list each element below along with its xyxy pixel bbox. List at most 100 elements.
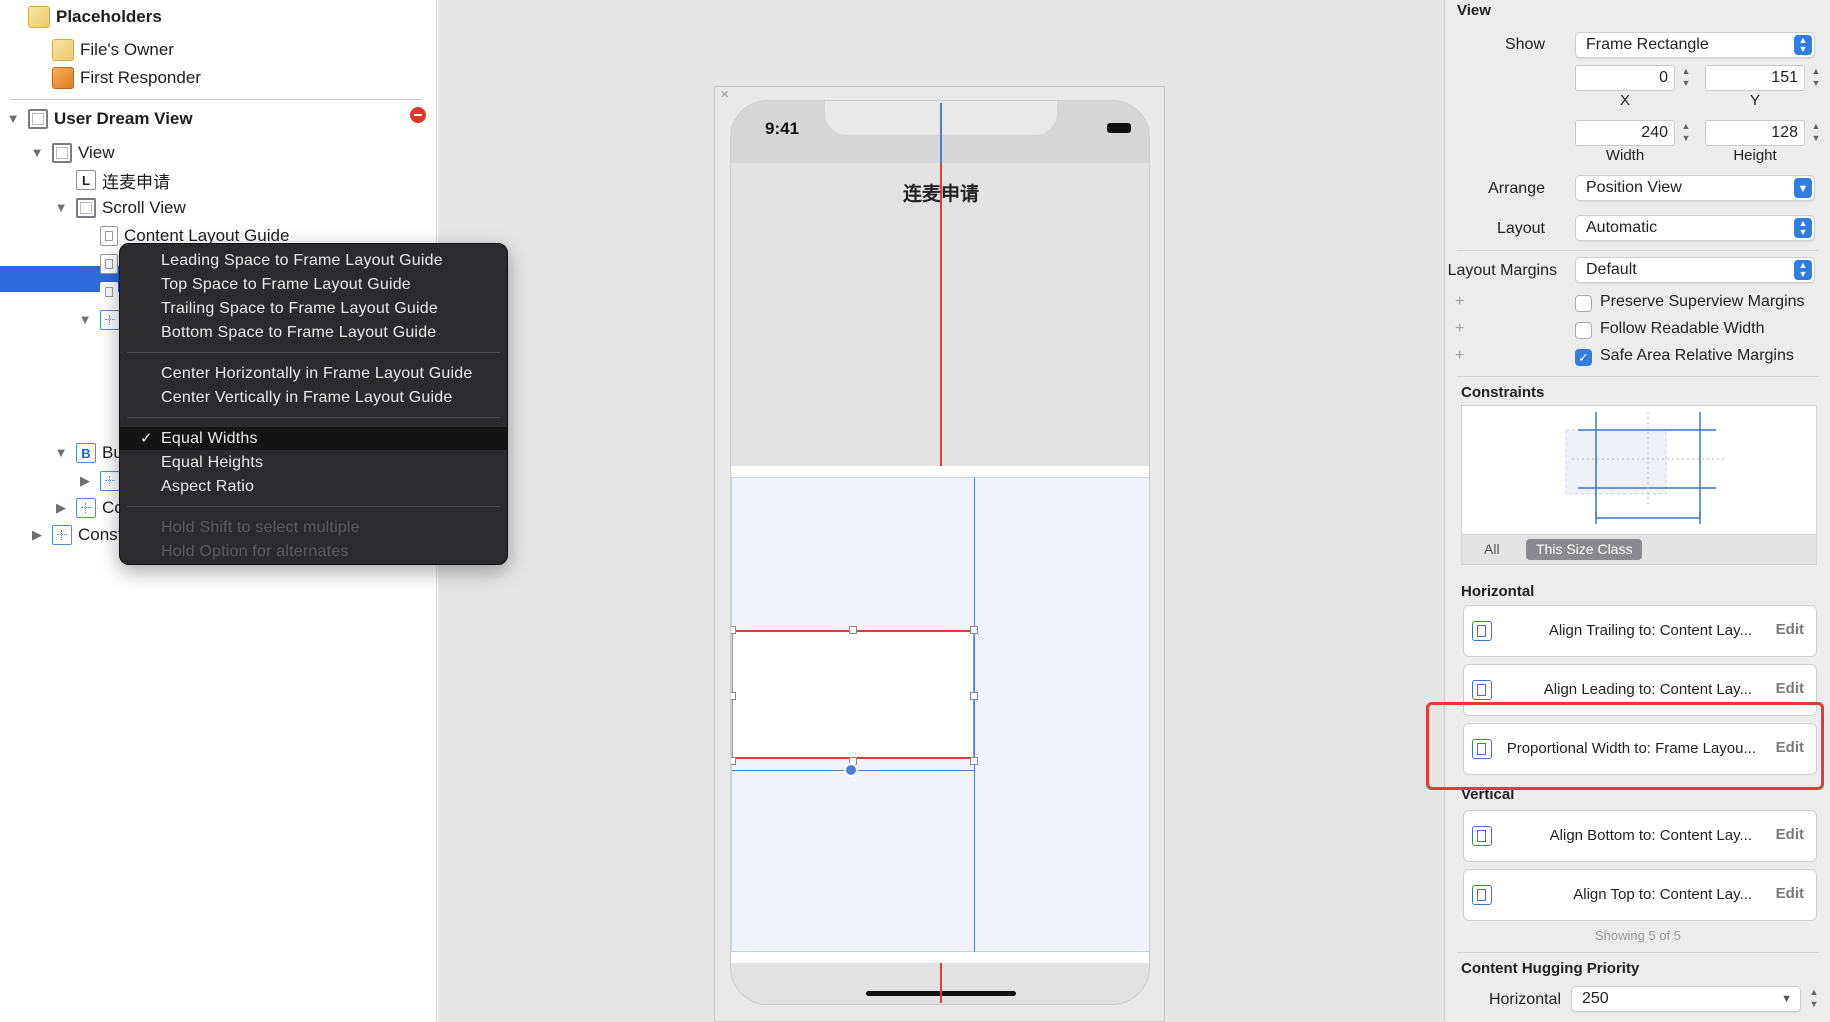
status-time: 9:41: [765, 119, 800, 138]
files-owner-label: File's Owner: [80, 40, 174, 59]
disclosure-open-icon[interactable]: ▼: [30, 146, 44, 160]
view-section-header: View: [1457, 2, 1491, 19]
y-label: Y: [1749, 92, 1760, 109]
hugging-stepper[interactable]: ▲ ▼: [1807, 986, 1821, 1012]
view-icon: [28, 109, 48, 129]
top-constraint-line[interactable]: [940, 103, 942, 163]
resize-handle[interactable]: [970, 692, 978, 700]
outline-row-placeholders[interactable]: Placeholders: [28, 4, 162, 30]
outline-row-user-dream-view[interactable]: ▼ User Dream View: [6, 106, 193, 132]
height-field[interactable]: 128: [1705, 120, 1805, 146]
constraints-label-partial: Const: [78, 525, 123, 544]
outline-row-view[interactable]: ▼ View: [30, 140, 115, 166]
arrange-popup[interactable]: Position View ▼: [1575, 175, 1815, 201]
readable-width-checkbox[interactable]: [1575, 322, 1592, 339]
scroll-view[interactable]: [731, 477, 1149, 953]
view-icon: [52, 143, 72, 163]
scene-close-icon[interactable]: ✕: [720, 88, 729, 101]
plus-icon[interactable]: +: [1455, 293, 1464, 311]
edit-button[interactable]: Edit: [1776, 885, 1804, 902]
disclosure-closed-icon[interactable]: ▶: [30, 528, 44, 542]
x-stepper[interactable]: ▲ ▼: [1679, 65, 1693, 91]
edit-button[interactable]: Edit: [1776, 621, 1804, 638]
bottom-space-constraint[interactable]: [940, 963, 942, 1003]
hugging-horizontal-combo[interactable]: 250 ▼: [1571, 986, 1801, 1012]
y-stepper[interactable]: ▲ ▼: [1809, 65, 1823, 91]
layout-margins-popup[interactable]: Default ▲ ▼: [1575, 257, 1815, 283]
edit-button[interactable]: Edit: [1776, 680, 1804, 697]
popup-arrows-icon: ▲ ▼: [1794, 260, 1812, 280]
selected-content-view[interactable]: [732, 630, 974, 759]
constraints-icon: [100, 310, 120, 330]
menu-item-aspect-ratio[interactable]: Aspect Ratio: [120, 475, 507, 498]
resize-handle[interactable]: [731, 757, 736, 765]
constraints-icon: [76, 498, 96, 518]
constraint-align-bottom[interactable]: Align Bottom to: Content Lay... Edit: [1463, 810, 1817, 862]
menu-item-leading-space[interactable]: Leading Space to Frame Layout Guide: [120, 249, 507, 272]
tab-all[interactable]: All: [1484, 541, 1500, 557]
plus-icon[interactable]: +: [1455, 347, 1464, 365]
show-popup[interactable]: Frame Rectangle ▲ ▼: [1575, 32, 1815, 58]
outline-row-button[interactable]: ▼ B Bu: [54, 440, 123, 466]
safe-area-label: Safe Area Relative Margins: [1600, 347, 1794, 364]
plus-icon[interactable]: +: [1455, 320, 1464, 338]
error-indicator-icon[interactable]: [410, 107, 426, 123]
size-inspector: View Show Frame Rectangle ▲ ▼ 0 ▲ ▼ 151 ▲ ▼…: [1444, 0, 1830, 1022]
safe-area-checkbox[interactable]: ✓: [1575, 349, 1592, 366]
disclosure-open-icon[interactable]: ▼: [54, 446, 68, 460]
edit-button[interactable]: Edit: [1776, 826, 1804, 843]
width-stepper[interactable]: ▲ ▼: [1679, 120, 1693, 146]
constraint-align-trailing[interactable]: Align Trailing to: Content Lay... Edit: [1463, 605, 1817, 657]
constraints-icon: [52, 525, 72, 545]
resize-handle[interactable]: [970, 626, 978, 634]
tab-this-size-class[interactable]: This Size Class: [1526, 539, 1643, 560]
scroll-view-icon: [76, 198, 96, 218]
hugging-horizontal-value: 250: [1582, 990, 1609, 1007]
menu-item-top-space[interactable]: Top Space to Frame Layout Guide: [120, 273, 507, 296]
resize-handle[interactable]: [970, 757, 978, 765]
root-view-label: User Dream View: [54, 109, 193, 128]
height-label: Height: [1733, 147, 1777, 164]
resize-handle[interactable]: [731, 626, 736, 634]
disclosure-open-icon[interactable]: ▼: [78, 313, 92, 327]
layout-margins-label: Layout Margins: [1447, 262, 1557, 279]
first-responder-cube-icon: [52, 67, 74, 89]
y-field[interactable]: 151: [1705, 65, 1805, 91]
layout-guide-icon: [100, 254, 118, 274]
outline-row-files-owner[interactable]: File's Owner: [52, 37, 174, 63]
outline-row-scroll-view[interactable]: ▼ Scroll View: [54, 195, 186, 221]
outline-row-co[interactable]: ▶ Co: [54, 495, 124, 521]
width-field[interactable]: 240: [1575, 120, 1675, 146]
constraint-align-top[interactable]: Align Top to: Content Lay... Edit: [1463, 869, 1817, 921]
separator-strip: [731, 952, 1149, 963]
view-label: View: [78, 143, 115, 162]
menu-item-equal-widths[interactable]: ✓ Equal Widths: [120, 427, 507, 450]
disclosure-open-icon[interactable]: ▼: [54, 201, 68, 215]
disclosure-open-icon[interactable]: ▼: [6, 112, 20, 126]
outline-row-first-responder[interactable]: First Responder: [52, 65, 201, 91]
resize-handle[interactable]: [731, 692, 736, 700]
preserve-margins-label: Preserve Superview Margins: [1600, 293, 1805, 310]
menu-item-equal-heights[interactable]: Equal Heights: [120, 451, 507, 474]
align-leading-icon: [1472, 680, 1492, 700]
section-divider: [1457, 250, 1819, 251]
height-stepper[interactable]: ▲ ▼: [1809, 120, 1823, 146]
device-screen[interactable]: 9:41 连麦申请: [730, 100, 1150, 1005]
menu-item-trailing-space[interactable]: Trailing Space to Frame Layout Guide: [120, 297, 507, 320]
menu-item-center-vertically[interactable]: Center Vertically in Frame Layout Guide: [120, 386, 507, 409]
resize-handle[interactable]: [849, 626, 857, 634]
top-space-constraint[interactable]: [940, 163, 942, 466]
disclosure-closed-icon[interactable]: ▶: [54, 501, 68, 515]
x-field[interactable]: 0: [1575, 65, 1675, 91]
constraint-minus-icon[interactable]: [844, 763, 858, 777]
layout-popup[interactable]: Automatic ▲ ▼: [1575, 215, 1815, 241]
outline-row-constraints[interactable]: ▶ Const: [30, 522, 122, 548]
preserve-margins-checkbox[interactable]: [1575, 295, 1592, 312]
outline-divider: [10, 99, 422, 100]
outline-row-label[interactable]: L 连麦申请: [76, 167, 170, 193]
show-label: Show: [1504, 36, 1545, 53]
disclosure-closed-icon[interactable]: ▶: [78, 474, 92, 488]
menu-item-bottom-space[interactable]: Bottom Space to Frame Layout Guide: [120, 321, 507, 344]
chevron-down-icon: ▼: [1794, 178, 1812, 198]
menu-item-center-horizontally[interactable]: Center Horizontally in Frame Layout Guid…: [120, 362, 507, 385]
